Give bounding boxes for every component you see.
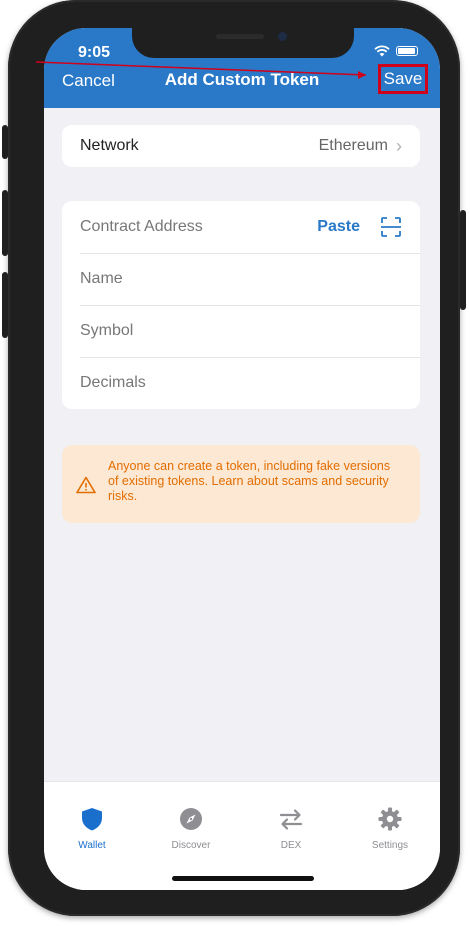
tab-dex-label: DEX: [280, 840, 302, 851]
tab-settings[interactable]: Settings: [350, 806, 430, 851]
network-card: Network Ethereum ›: [62, 125, 420, 167]
network-row[interactable]: Network Ethereum ›: [62, 125, 420, 167]
token-form-card: Contract Address Paste Name Symbol Decim…: [62, 201, 420, 409]
wifi-icon: [374, 45, 390, 57]
network-value-group: Ethereum ›: [319, 136, 402, 157]
power-button: [460, 210, 466, 310]
save-button[interactable]: Save: [378, 64, 428, 94]
volume-down-button: [2, 272, 8, 338]
paste-button[interactable]: Paste: [317, 218, 360, 236]
symbol-field[interactable]: Symbol: [62, 305, 420, 357]
tab-dex[interactable]: DEX: [251, 806, 331, 851]
home-indicator: [172, 876, 314, 881]
speaker: [216, 34, 264, 39]
name-placeholder: Name: [80, 270, 123, 287]
tab-discover-label: Discover: [171, 840, 211, 851]
tab-wallet-label: Wallet: [78, 840, 106, 851]
status-icons: [374, 44, 418, 58]
gear-icon: [378, 807, 402, 831]
phone-frame: 9:05 Cancel Add Custom Token Save Networ…: [2, 0, 466, 916]
network-label: Network: [80, 137, 139, 154]
camera: [278, 32, 287, 41]
shield-icon: [82, 808, 102, 831]
tab-discover[interactable]: Discover: [151, 806, 231, 851]
mute-switch: [2, 125, 8, 159]
volume-up-button: [2, 190, 8, 256]
screen: 9:05 Cancel Add Custom Token Save Networ…: [44, 28, 440, 890]
warning-text[interactable]: Anyone can create a token, including fak…: [108, 459, 390, 503]
tab-wallet[interactable]: Wallet: [52, 806, 132, 851]
compass-icon: [180, 808, 202, 830]
decimals-field[interactable]: Decimals: [62, 357, 420, 409]
navigation-header: 9:05 Cancel Add Custom Token Save: [44, 28, 440, 108]
contract-address-placeholder: Contract Address: [80, 218, 203, 235]
tab-settings-label: Settings: [371, 840, 409, 851]
decimals-placeholder: Decimals: [80, 374, 146, 391]
symbol-placeholder: Symbol: [80, 322, 134, 339]
tab-bar: Wallet Discover DEX Settings: [44, 781, 440, 890]
warning-triangle-icon: [76, 476, 96, 494]
scam-warning-banner: Anyone can create a token, including fak…: [62, 445, 420, 523]
qr-scan-icon[interactable]: [380, 216, 402, 238]
network-value: Ethereum: [318, 137, 388, 154]
status-time: 9:05: [78, 44, 111, 61]
notch: [132, 28, 354, 58]
name-field[interactable]: Name: [62, 253, 420, 305]
chevron-right-icon: ›: [396, 135, 402, 156]
contract-address-field[interactable]: Contract Address Paste: [62, 201, 420, 253]
save-label: Save: [383, 69, 423, 88]
battery-icon: [396, 46, 418, 56]
swap-arrows-icon: [279, 809, 303, 830]
